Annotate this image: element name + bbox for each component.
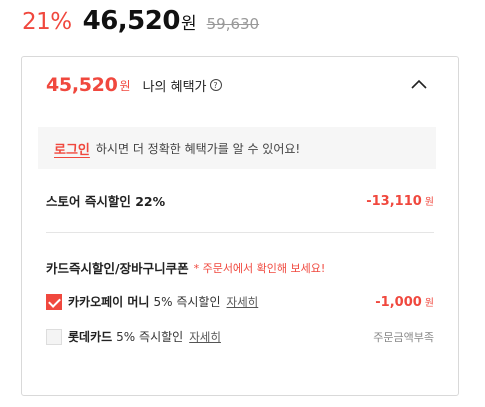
card-section-header: 카드즉시할인/장바구니쿠폰 * 주문서에서 확인해 보세요!: [46, 258, 434, 277]
login-notice-text: 하시면 더 정확한 혜택가를 알 수 있어요!: [95, 141, 301, 156]
option-name: 카카오페이 머니: [68, 295, 150, 309]
lottecard-checkbox[interactable]: [46, 328, 62, 345]
card-option-row: 카카오페이 머니 5% 즉시할인 자세히 -1,000 원: [46, 293, 434, 310]
divider: [46, 232, 434, 233]
card-section-title: 카드즉시할인/장바구니쿠폰: [46, 261, 189, 276]
chevron-up-icon[interactable]: [410, 76, 428, 92]
option-amount: -1,000 원: [375, 294, 434, 310]
benefit-price: 45,520: [46, 74, 118, 96]
login-notice: 로그인 하시면 더 정확한 혜택가를 알 수 있어요!: [38, 127, 436, 169]
price-summary: 21% 46,520 원 59,630: [22, 6, 259, 40]
benefit-price-unit: 원: [119, 78, 131, 93]
card-option-row: 롯데카드 5% 즉시할인 자세히 주문금액부족: [46, 328, 434, 345]
store-discount-amount: -13,110 원: [366, 193, 434, 209]
kakaopay-checkbox[interactable]: [46, 293, 62, 310]
option-rate: 5% 즉시할인: [116, 330, 184, 344]
card-section-note: * 주문서에서 확인해 보세요!: [193, 261, 326, 275]
benefit-label: 나의 혜택가: [142, 79, 207, 95]
discount-rate: 21%: [22, 9, 72, 35]
original-price: 59,630: [206, 15, 260, 33]
help-icon[interactable]: ?: [209, 79, 222, 91]
store-discount-label: 스토어 즉시할인 22%: [46, 194, 166, 209]
option-detail-link[interactable]: 자세히: [189, 329, 221, 345]
option-detail-link[interactable]: 자세히: [226, 294, 258, 310]
option-rate: 5% 즉시할인: [153, 295, 221, 309]
login-link[interactable]: 로그인: [54, 139, 90, 158]
store-discount-row: 스토어 즉시할인 22% -13,110 원: [46, 191, 434, 210]
sale-price-unit: 원: [180, 14, 197, 34]
sale-price: 46,520: [82, 6, 181, 36]
option-status: 주문금액부족: [373, 330, 434, 344]
option-name: 롯데카드: [68, 330, 113, 344]
benefit-panel: 45,520 원 나의 혜택가 ? 로그인 하시면 더 정확한 혜택가를 알 수…: [21, 56, 459, 396]
benefit-header[interactable]: 45,520 원 나의 혜택가 ?: [22, 57, 458, 113]
